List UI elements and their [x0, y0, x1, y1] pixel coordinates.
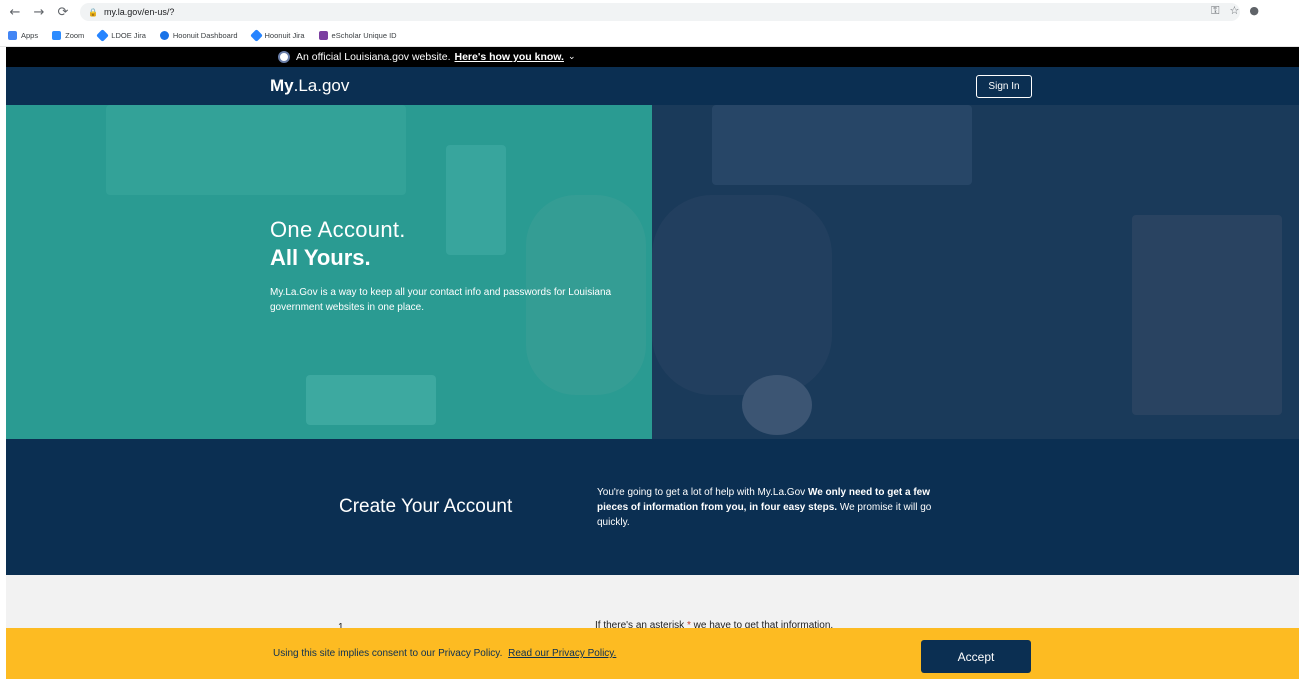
- jira-icon: [96, 28, 110, 42]
- books-shape: [1132, 215, 1282, 415]
- bookmark-hoonuit-dashboard[interactable]: Hoonuit Dashboard: [159, 30, 238, 40]
- hero-text-block: One Account. All Yours. My.La.Gov is a w…: [270, 217, 620, 315]
- sign-in-button[interactable]: Sign In: [976, 75, 1032, 98]
- address-bar-actions: ⚿ ☆ ●: [1211, 4, 1259, 18]
- star-icon[interactable]: ☆: [1230, 4, 1240, 18]
- bookmark-label: Apps: [21, 30, 39, 40]
- lock-icon: 🔒: [88, 7, 98, 17]
- create-account-title: Create Your Account: [339, 496, 513, 517]
- key-icon[interactable]: ⚿: [1211, 4, 1219, 18]
- consent-text: Using this site implies consent to our P…: [273, 648, 503, 659]
- privacy-consent-bar: Using this site implies consent to our P…: [6, 628, 1299, 679]
- apps-icon: [8, 30, 17, 40]
- louisiana-seal-icon: [278, 51, 290, 63]
- logo-rest: .La.gov: [293, 76, 350, 95]
- hero-heading-line2: All Yours.: [270, 245, 371, 270]
- official-banner: An official Louisiana.gov website. Here'…: [6, 47, 1299, 67]
- bookmark-escholar[interactable]: eScholar Unique ID: [318, 30, 397, 40]
- reload-icon[interactable]: ⟳: [54, 3, 72, 21]
- hand-shape: [652, 195, 832, 395]
- outlet-shape: [306, 375, 436, 425]
- logo-bold: My: [270, 76, 294, 95]
- profile-icon[interactable]: ●: [1249, 4, 1259, 18]
- bookmark-zoom[interactable]: Zoom: [52, 30, 85, 40]
- bookmark-label: Hoonuit Jira: [264, 30, 305, 40]
- zoom-icon: [52, 30, 62, 40]
- escholar-icon: [318, 30, 328, 40]
- bookmark-apps[interactable]: Apps: [8, 30, 39, 40]
- hero-description: My.La.Gov is a way to keep all your cont…: [270, 287, 612, 313]
- create-account-text: You're going to get a lot of help with M…: [597, 485, 957, 530]
- create-text-plain: You're going to get a lot of help with M…: [597, 487, 808, 498]
- create-account-section: Create Your Account You're going to get …: [6, 439, 1299, 575]
- url-text: my.la.gov/en-us/?: [103, 7, 175, 17]
- official-text: An official Louisiana.gov website.: [296, 51, 451, 63]
- laptop-keyboard-shape: [712, 105, 972, 185]
- consent-text-block: Using this site implies consent to our P…: [273, 648, 616, 659]
- chevron-down-icon[interactable]: ⌄: [568, 52, 576, 62]
- bookmark-label: Zoom: [65, 30, 85, 40]
- accept-button[interactable]: Accept: [921, 640, 1031, 673]
- bookmark-label: eScholar Unique ID: [331, 30, 397, 40]
- laptop-keyboard-shape: [106, 105, 406, 195]
- bookmark-label: Hoonuit Dashboard: [172, 30, 238, 40]
- bookmark-ldoe-jira[interactable]: LDOE Jira: [96, 28, 146, 42]
- bookmarks-bar: Apps Zoom LDOE Jira Hoonuit Dashboard Ho…: [0, 24, 1299, 46]
- how-you-know-link[interactable]: Here's how you know.: [455, 51, 564, 63]
- address-bar[interactable]: 🔒 my.la.gov/en-us/?: [80, 3, 1240, 21]
- hoonuit-icon: [159, 30, 169, 40]
- watch-shape: [742, 375, 812, 435]
- privacy-policy-link[interactable]: Read our Privacy Policy.: [508, 648, 616, 659]
- hero-section: One Account. All Yours. My.La.Gov is a w…: [6, 105, 1299, 439]
- browser-toolbar: ← → ⟳ 🔒 my.la.gov/en-us/? ⚿ ☆ ● Apps Zoo…: [0, 0, 1299, 47]
- site-header: My.La.gov Sign In: [6, 67, 1299, 105]
- bookmark-label: LDOE Jira: [111, 30, 146, 40]
- jira-icon: [249, 28, 263, 42]
- hero-image-right: [652, 105, 1299, 439]
- back-icon[interactable]: ←: [6, 3, 24, 21]
- mylagov-logo[interactable]: My.La.gov: [270, 76, 349, 96]
- forward-icon[interactable]: →: [30, 3, 48, 21]
- bookmark-hoonuit-jira[interactable]: Hoonuit Jira: [249, 28, 305, 42]
- browser-nav-row: ← → ⟳ 🔒 my.la.gov/en-us/? ⚿ ☆ ●: [0, 0, 1299, 24]
- hero-heading-line1: One Account.: [270, 217, 406, 242]
